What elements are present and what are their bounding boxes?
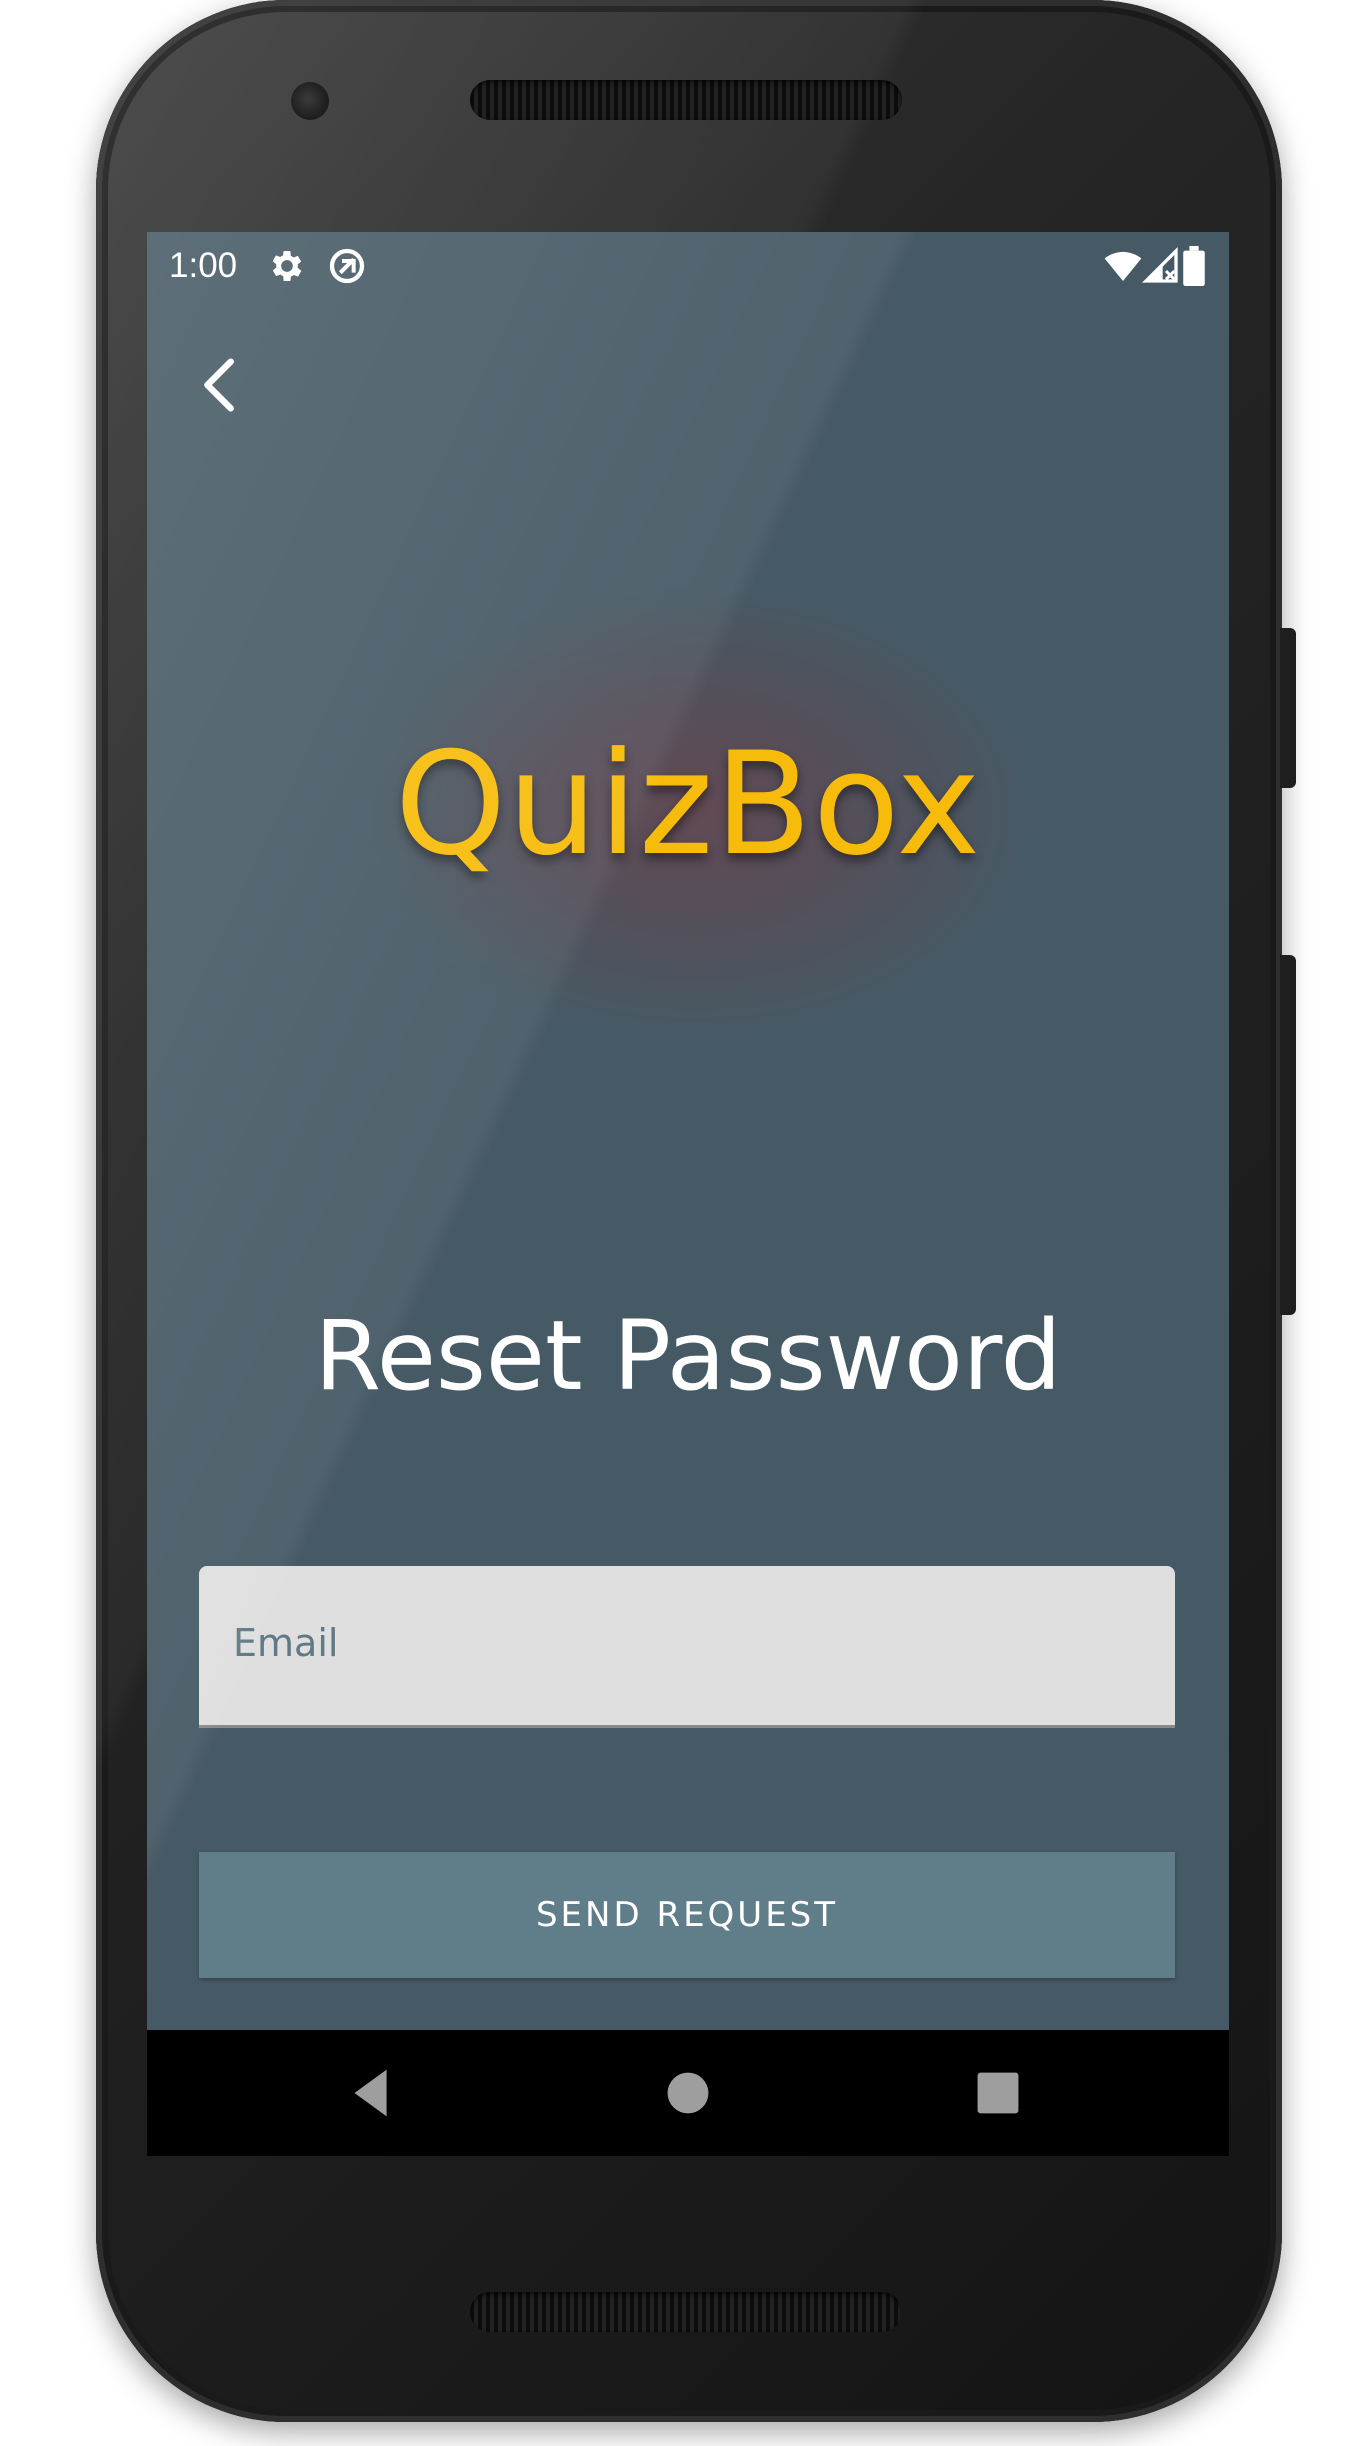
earpiece-speaker <box>470 80 902 120</box>
email-placeholder: Email <box>233 1621 339 1665</box>
device-screen: 1:00 QuizBox Reset Password Email SEND R… <box>147 232 1229 2156</box>
email-field[interactable]: Email <box>199 1566 1175 1728</box>
wifi-icon <box>1103 246 1143 286</box>
signal-icon <box>1141 246 1181 286</box>
back-triangle-icon[interactable] <box>337 2058 407 2128</box>
home-circle-icon[interactable] <box>653 2058 723 2128</box>
bottom-speaker <box>470 2292 902 2332</box>
app-content: 1:00 QuizBox Reset Password Email SEND R… <box>147 232 1229 2030</box>
status-time: 1:00 <box>169 246 238 285</box>
send-request-button[interactable]: SEND REQUEST <box>199 1852 1175 1978</box>
front-camera <box>291 82 329 120</box>
battery-icon <box>1179 246 1209 286</box>
chevron-left-icon[interactable] <box>187 350 257 420</box>
power-button <box>1280 628 1296 788</box>
recents-square-icon[interactable] <box>963 2058 1033 2128</box>
status-bar: 1:00 <box>147 232 1229 300</box>
navigation-bar <box>147 2030 1229 2156</box>
app-logo: QuizBox <box>394 722 982 887</box>
page-title: Reset Password <box>314 1300 1062 1412</box>
volume-button <box>1280 955 1296 1315</box>
vpn-icon <box>327 246 367 286</box>
gear-icon <box>267 246 307 286</box>
